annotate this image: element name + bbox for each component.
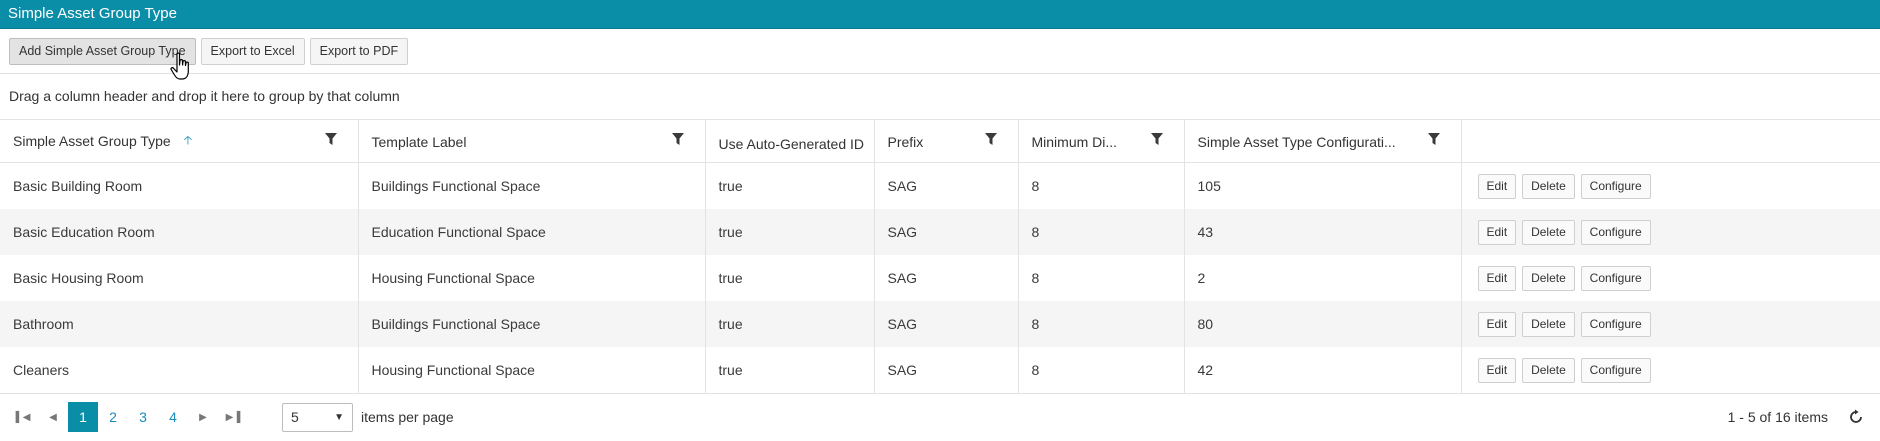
column-label: Simple Asset Type Configurati... bbox=[1197, 133, 1396, 150]
data-grid: Simple Asset Group Type 🡡 Template Label… bbox=[0, 120, 1880, 393]
column-label: Template Label bbox=[371, 133, 467, 150]
cell-template-label: Housing Functional Space bbox=[358, 255, 706, 301]
cell-minimum: 8 bbox=[1018, 162, 1185, 209]
page-3-button[interactable]: 3 bbox=[128, 402, 158, 432]
arrow-up-icon: 🡡 bbox=[183, 132, 193, 147]
cell-actions: Edit Delete Configure bbox=[1461, 301, 1880, 347]
cell-actions: Edit Delete Configure bbox=[1461, 209, 1880, 255]
column-label: Prefix bbox=[887, 133, 924, 150]
cell-group-type: Basic Education Room bbox=[0, 209, 359, 255]
cell-template-label: Buildings Functional Space bbox=[358, 162, 706, 209]
edit-button[interactable]: Edit bbox=[1477, 311, 1517, 337]
configure-button[interactable]: Configure bbox=[1580, 173, 1651, 199]
table-row[interactable]: Cleaners Housing Functional Space true S… bbox=[0, 347, 1880, 393]
cell-prefix: SAG bbox=[874, 255, 1019, 301]
chevron-down-icon: ▼ bbox=[334, 411, 344, 423]
cell-config: 105 bbox=[1184, 162, 1462, 209]
cell-config: 42 bbox=[1184, 347, 1462, 393]
cell-minimum: 8 bbox=[1018, 347, 1185, 393]
cell-actions: Edit Delete Configure bbox=[1461, 255, 1880, 301]
column-label: Simple Asset Group Type bbox=[13, 133, 171, 149]
toolbar: Add Simple Asset Group Type Export to Ex… bbox=[0, 29, 1880, 80]
edit-button[interactable]: Edit bbox=[1477, 173, 1517, 199]
column-label: Use Auto-Generated ID bbox=[718, 135, 865, 152]
page-1-button[interactable]: 1 bbox=[68, 402, 98, 432]
cell-group-type: Cleaners bbox=[0, 347, 359, 393]
next-page-icon[interactable]: ▶ bbox=[188, 412, 218, 423]
configure-button[interactable]: Configure bbox=[1580, 265, 1651, 291]
cell-template-label: Education Functional Space bbox=[358, 209, 706, 255]
cell-minimum: 8 bbox=[1018, 209, 1185, 255]
cell-auto-id: true bbox=[705, 209, 875, 255]
cell-group-type: Basic Housing Room bbox=[0, 255, 359, 301]
cell-minimum: 8 bbox=[1018, 255, 1185, 301]
cell-prefix: SAG bbox=[874, 209, 1019, 255]
edit-button[interactable]: Edit bbox=[1477, 219, 1517, 245]
column-header-prefix[interactable]: Prefix bbox=[874, 120, 1019, 163]
cell-actions: Edit Delete Configure bbox=[1461, 347, 1880, 393]
cell-prefix: SAG bbox=[874, 301, 1019, 347]
cell-config: 80 bbox=[1184, 301, 1462, 347]
pager-info: 1 - 5 of 16 items bbox=[1727, 409, 1828, 425]
window-title: Simple Asset Group Type bbox=[0, 0, 1880, 29]
items-per-page-label: items per page bbox=[361, 409, 454, 425]
first-page-icon[interactable]: ▌◀ bbox=[8, 412, 38, 423]
page-size-value: 5 bbox=[291, 409, 299, 425]
delete-button[interactable]: Delete bbox=[1522, 357, 1575, 383]
prev-page-icon[interactable]: ◀ bbox=[38, 412, 68, 423]
column-header-group-type[interactable]: Simple Asset Group Type 🡡 bbox=[0, 120, 359, 163]
cell-actions: Edit Delete Configure bbox=[1461, 163, 1880, 210]
column-header-actions bbox=[1461, 120, 1880, 163]
refresh-icon[interactable] bbox=[1848, 409, 1864, 425]
grid-header-row: Simple Asset Group Type 🡡 Template Label… bbox=[0, 120, 1880, 163]
export-excel-button[interactable]: Export to Excel bbox=[200, 37, 305, 65]
table-row[interactable]: Bathroom Buildings Functional Space true… bbox=[0, 301, 1880, 347]
filter-icon[interactable] bbox=[324, 132, 338, 146]
cell-prefix: SAG bbox=[874, 347, 1019, 393]
column-header-minimum[interactable]: Minimum Di... bbox=[1018, 120, 1185, 163]
cell-config: 2 bbox=[1184, 255, 1462, 301]
cell-auto-id: true bbox=[705, 347, 875, 393]
last-page-icon[interactable]: ▶▐ bbox=[218, 412, 248, 423]
filter-icon[interactable] bbox=[1427, 132, 1441, 146]
cell-auto-id: true bbox=[705, 162, 875, 209]
cell-group-type: Basic Building Room bbox=[0, 162, 359, 209]
hand-cursor-icon bbox=[170, 52, 189, 80]
page-4-button[interactable]: 4 bbox=[158, 402, 188, 432]
cell-auto-id: true bbox=[705, 301, 875, 347]
export-pdf-button[interactable]: Export to PDF bbox=[309, 37, 409, 65]
edit-button[interactable]: Edit bbox=[1477, 357, 1517, 383]
cell-template-label: Buildings Functional Space bbox=[358, 301, 706, 347]
cell-minimum: 8 bbox=[1018, 301, 1185, 347]
column-header-auto-id[interactable]: Use Auto-Generated ID bbox=[705, 120, 875, 163]
configure-button[interactable]: Configure bbox=[1580, 357, 1651, 383]
page-2-button[interactable]: 2 bbox=[98, 402, 128, 432]
table-row[interactable]: Basic Building Room Buildings Functional… bbox=[0, 162, 1880, 210]
page-size-select[interactable]: 5 ▼ bbox=[282, 402, 353, 432]
cell-template-label: Housing Functional Space bbox=[358, 347, 706, 393]
column-header-config[interactable]: Simple Asset Type Configurati... bbox=[1184, 120, 1462, 163]
group-drop-zone[interactable]: Drag a column header and drop it here to… bbox=[0, 74, 1880, 120]
table-row[interactable]: Basic Housing Room Housing Functional Sp… bbox=[0, 255, 1880, 301]
filter-icon[interactable] bbox=[671, 132, 685, 146]
configure-button[interactable]: Configure bbox=[1580, 311, 1651, 337]
delete-button[interactable]: Delete bbox=[1522, 219, 1575, 245]
delete-button[interactable]: Delete bbox=[1522, 265, 1575, 291]
cell-config: 43 bbox=[1184, 209, 1462, 255]
column-label: Minimum Di... bbox=[1031, 133, 1118, 150]
filter-icon[interactable] bbox=[984, 132, 998, 146]
delete-button[interactable]: Delete bbox=[1522, 173, 1575, 199]
cell-auto-id: true bbox=[705, 255, 875, 301]
delete-button[interactable]: Delete bbox=[1522, 311, 1575, 337]
add-simple-asset-group-type-button[interactable]: Add Simple Asset Group Type bbox=[9, 37, 196, 65]
edit-button[interactable]: Edit bbox=[1477, 265, 1517, 291]
configure-button[interactable]: Configure bbox=[1580, 219, 1651, 245]
table-row[interactable]: Basic Education Room Education Functiona… bbox=[0, 209, 1880, 255]
pager: ▌◀ ◀ 1 2 3 4 ▶ ▶▐ 5 ▼ items per page 1 -… bbox=[0, 393, 1880, 440]
cell-group-type: Bathroom bbox=[0, 301, 359, 347]
cell-prefix: SAG bbox=[874, 162, 1019, 209]
column-header-template-label[interactable]: Template Label bbox=[358, 120, 706, 163]
filter-icon[interactable] bbox=[1150, 132, 1164, 146]
